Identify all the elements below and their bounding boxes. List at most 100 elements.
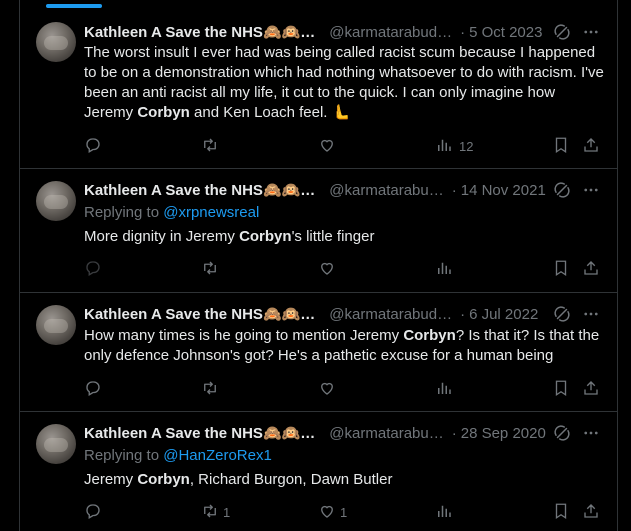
retweet-icon [201, 502, 219, 523]
tweet-actions [84, 259, 609, 279]
retweet-icon [201, 259, 219, 280]
tweet[interactable]: Kathleen A Save the NHS🙈🙉… @karmatarabud… [20, 9, 617, 169]
like-icon [318, 379, 336, 400]
share-button[interactable] [582, 502, 600, 522]
like-icon [318, 136, 336, 157]
tweet-header: Kathleen A Save the NHS🙈🙉… @karmatarabu…… [84, 423, 601, 443]
tweet-text: More dignity in Jeremy Corbyn's little f… [84, 228, 375, 245]
username[interactable]: @karmatarabu… [329, 182, 443, 199]
separator: · [451, 424, 457, 442]
like-button[interactable]: 1 [318, 502, 347, 522]
username[interactable]: @karmatarabud… [329, 24, 452, 41]
grok-icon[interactable] [553, 424, 571, 442]
highlighted-term: Corbyn [239, 228, 292, 245]
separator: · [451, 181, 457, 199]
bookmark-button[interactable] [552, 502, 570, 522]
retweet-button[interactable] [201, 136, 223, 156]
reply-icon [84, 136, 102, 157]
like-icon [318, 502, 336, 523]
more-icon[interactable] [581, 424, 601, 442]
tweet-actions: 1 1 [84, 502, 609, 522]
tweet-text: Jeremy Corbyn, Richard Burgon, Dawn Butl… [84, 471, 393, 488]
reply-handle-link[interactable]: @HanZeroRex1 [163, 447, 272, 464]
avatar[interactable] [36, 22, 76, 62]
retweet-count: 1 [223, 504, 231, 520]
highlighted-term: Corbyn [403, 327, 456, 344]
share-button[interactable] [582, 259, 600, 279]
username[interactable]: @karmatarabu… [329, 425, 443, 442]
username[interactable]: @karmatarabud… [329, 306, 452, 323]
bookmark-button[interactable] [552, 136, 570, 156]
highlighted-term: Corbyn [137, 471, 190, 488]
reply-button[interactable] [84, 502, 106, 522]
like-button[interactable] [318, 379, 340, 399]
display-name[interactable]: Kathleen A Save the NHS🙈🙉… [84, 305, 315, 323]
views-icon [435, 136, 453, 157]
bookmark-icon [552, 379, 570, 400]
reply-button[interactable] [84, 136, 106, 156]
like-count: 1 [340, 504, 348, 520]
views-button[interactable] [435, 502, 457, 522]
more-icon[interactable] [581, 305, 601, 323]
more-icon[interactable] [581, 23, 601, 41]
timestamp[interactable]: 5 Oct 2023 [469, 24, 542, 41]
grok-icon[interactable] [553, 181, 571, 199]
retweet-button[interactable] [201, 379, 223, 399]
tweet-actions: 12 [84, 136, 609, 156]
like-button[interactable] [318, 259, 340, 279]
separator: · [460, 305, 466, 323]
avatar[interactable] [36, 181, 76, 221]
retweet-button[interactable] [201, 259, 223, 279]
grok-icon[interactable] [553, 305, 571, 323]
bookmark-button[interactable] [552, 379, 570, 399]
views-button[interactable]: 12 [435, 136, 473, 156]
bookmark-icon [552, 259, 570, 280]
retweet-icon [201, 136, 219, 157]
views-button[interactable] [435, 379, 457, 399]
timestamp[interactable]: 14 Nov 2021 [461, 182, 546, 199]
tweet[interactable]: Kathleen A Save the NHS🙈🙉… @karmatarabu…… [20, 413, 617, 531]
like-icon [318, 259, 336, 280]
timestamp[interactable]: 6 Jul 2022 [469, 306, 538, 323]
views-icon [435, 502, 453, 523]
bookmark-icon [552, 502, 570, 523]
retweet-button[interactable]: 1 [201, 502, 230, 522]
tweet-header: Kathleen A Save the NHS🙈🙉… @karmatarabud… [84, 22, 601, 42]
tweet[interactable]: Kathleen A Save the NHS🙈🙉… @karmatarabud… [20, 294, 617, 412]
grok-icon[interactable] [553, 23, 571, 41]
share-icon [582, 259, 600, 280]
more-icon[interactable] [581, 181, 601, 199]
retweet-icon [201, 379, 219, 400]
share-icon [582, 136, 600, 157]
bookmark-button[interactable] [552, 259, 570, 279]
avatar[interactable] [36, 424, 76, 464]
timeline-border-right [617, 0, 618, 531]
display-name[interactable]: Kathleen A Save the NHS🙈🙉… [84, 181, 315, 199]
tweet-actions [84, 379, 609, 399]
reply-button[interactable] [84, 379, 106, 399]
tweet-header: Kathleen A Save the NHS🙈🙉… @karmatarabud… [84, 304, 601, 324]
active-tab-indicator [46, 4, 102, 8]
views-button[interactable] [435, 259, 457, 279]
reply-icon [84, 259, 102, 280]
views-count: 12 [459, 138, 474, 154]
share-icon [582, 379, 600, 400]
reply-icon [84, 379, 102, 400]
share-button[interactable] [582, 136, 600, 156]
display-name[interactable]: Kathleen A Save the NHS🙈🙉… [84, 23, 315, 41]
reply-button[interactable] [84, 259, 106, 279]
tweet[interactable]: Kathleen A Save the NHS🙈🙉… @karmatarabu…… [20, 170, 617, 293]
share-button[interactable] [582, 379, 600, 399]
tweet-header: Kathleen A Save the NHS🙈🙉… @karmatarabu…… [84, 180, 601, 200]
separator: · [460, 23, 466, 41]
views-icon [435, 379, 453, 400]
tweet-text: The worst insult I ever had was being ca… [84, 44, 604, 121]
bookmark-icon [552, 136, 570, 157]
replying-to: Replying to @xrpnewsreal [84, 204, 260, 221]
display-name[interactable]: Kathleen A Save the NHS🙈🙉… [84, 424, 315, 442]
like-button[interactable] [318, 136, 340, 156]
avatar[interactable] [36, 305, 76, 345]
timestamp[interactable]: 28 Sep 2020 [461, 425, 546, 442]
highlighted-term: Corbyn [137, 104, 190, 121]
reply-handle-link[interactable]: @xrpnewsreal [163, 204, 259, 221]
